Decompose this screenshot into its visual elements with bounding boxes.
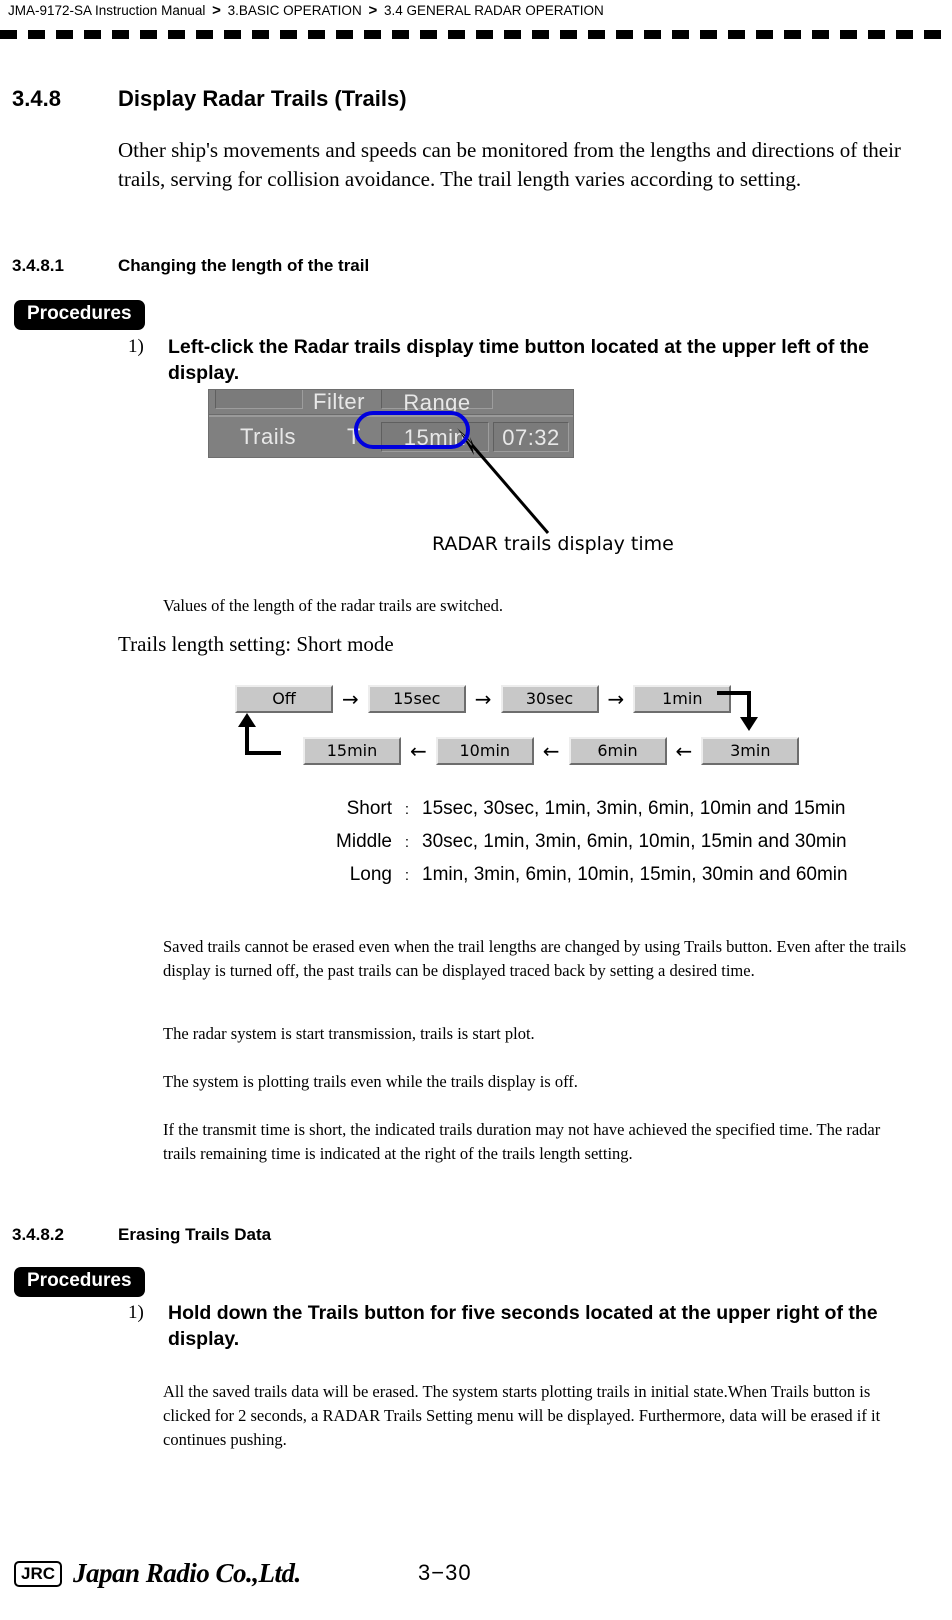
- section-number-3-4-8-1: 3.4.8.1: [12, 256, 64, 275]
- arrow-left-icon: ←: [675, 739, 693, 763]
- trails-length-cycle-diagram: Off → 15sec → 30sec → 1min 15min ← 10min…: [225, 685, 800, 771]
- mode-name-short: Short: [346, 798, 392, 819]
- page-number: 3−30: [418, 1560, 472, 1585]
- radar-blank-button[interactable]: [215, 390, 303, 409]
- mode-name-long: Long: [349, 864, 392, 885]
- jrc-logo-icon: JRC: [14, 1560, 63, 1587]
- radar-trails-label[interactable]: Trails: [209, 422, 327, 452]
- section-number-3-4-8-2: 3.4.8.2: [12, 1225, 64, 1244]
- cycle-option-off[interactable]: Off: [235, 685, 333, 713]
- section-title-3-4-8-1: Changing the length of the trail: [118, 256, 370, 275]
- trails-mode-table: Short : 15sec, 30sec, 1min, 3min, 6min, …: [300, 793, 848, 892]
- radar-range-button[interactable]: Range: [381, 390, 493, 415]
- note-transmit-time-short: If the transmit time is short, the indic…: [163, 1120, 881, 1163]
- step-instruction-text: Hold down the Trails button for five sec…: [168, 1302, 878, 1350]
- cycle-row-forward: Off → 15sec → 30sec → 1min: [235, 685, 732, 713]
- section-intro-paragraph: Other ship's movements and speeds can be…: [118, 138, 901, 191]
- section-title-3-4-8-2: Erasing Trails Data: [118, 1225, 272, 1244]
- breadcrumb-manual: JMA-9172-SA Instruction Manual: [8, 3, 206, 18]
- arrow-right-icon: →: [474, 687, 492, 711]
- highlight-oval-annotation: [354, 411, 470, 449]
- cycle-option-15min[interactable]: 15min: [303, 737, 401, 765]
- cycle-option-6min[interactable]: 6min: [568, 737, 667, 765]
- mode-colon-icon: :: [404, 801, 410, 818]
- cycle-wrap-up-arrow-icon: [227, 713, 281, 755]
- table-row: Long : 1min, 3min, 6min, 10min, 15min, 3…: [300, 859, 848, 892]
- procedure-step-1: 1) Hold down the Trails button for five …: [128, 1300, 888, 1352]
- mode-colon-icon: :: [404, 834, 410, 851]
- cycle-wrap-down-arrow-icon: [717, 691, 759, 733]
- page-title: Display Radar Trails (Trails): [118, 86, 407, 111]
- arrow-left-icon: ←: [542, 739, 560, 763]
- figure-followup-note: Values of the length of the radar trails…: [163, 596, 503, 615]
- note-start-transmission: The radar system is start transmission, …: [163, 1024, 535, 1043]
- table-row: Short : 15sec, 30sec, 1min, 3min, 6min, …: [300, 793, 848, 826]
- procedures-badge: Procedures: [14, 300, 145, 330]
- procedures-badge: Procedures: [14, 1267, 145, 1297]
- step-instruction-text: Left-click the Radar trails display time…: [168, 336, 870, 384]
- breadcrumb-section: 3.4 GENERAL RADAR OPERATION: [383, 3, 604, 18]
- radar-filter-label[interactable]: Filter: [303, 390, 375, 414]
- note-saved-trails: Saved trails cannot be erased even when …: [163, 937, 907, 980]
- breadcrumb-separator-icon: >: [212, 2, 221, 19]
- breadcrumb-separator-icon: >: [368, 2, 378, 19]
- mode-values-short: 15sec, 30sec, 1min, 3min, 6min, 10min an…: [422, 798, 846, 819]
- cycle-option-3min[interactable]: 3min: [701, 737, 800, 765]
- cycle-option-30sec[interactable]: 30sec: [500, 685, 599, 713]
- note-erasing-trails: All the saved trails data will be erased…: [163, 1382, 881, 1449]
- procedure-step-1: 1) Left-click the Radar trails display t…: [128, 334, 888, 386]
- arrow-right-icon: →: [342, 687, 359, 711]
- cycle-row-return: 15min ← 10min ← 6min ← 3min: [303, 737, 800, 765]
- section-number-3-4-8: 3.4.8: [12, 86, 61, 111]
- footer-logo: JRC Japan Radio Co.,Ltd.: [14, 1558, 301, 1589]
- breadcrumb-chapter: 3.BASIC OPERATION: [227, 3, 362, 18]
- mode-values-middle: 30sec, 1min, 3min, 6min, 10min, 15min an…: [422, 831, 847, 852]
- mode-name-middle: Middle: [336, 831, 392, 852]
- cycle-option-10min[interactable]: 10min: [435, 737, 534, 765]
- trails-length-mode-heading: Trails length setting: Short mode: [118, 632, 394, 656]
- step-number: 1): [128, 336, 144, 357]
- table-row: Middle : 30sec, 1min, 3min, 6min, 10min,…: [300, 826, 848, 859]
- mode-colon-icon: :: [404, 867, 410, 884]
- arrow-left-icon: ←: [410, 739, 427, 763]
- company-name: Japan Radio Co.,Ltd.: [73, 1558, 301, 1588]
- cycle-option-15sec[interactable]: 15sec: [367, 685, 466, 713]
- arrow-right-icon: →: [607, 687, 625, 711]
- note-plotting-while-off: The system is plotting trails even while…: [163, 1072, 578, 1091]
- mode-values-long: 1min, 3min, 6min, 10min, 15min, 30min an…: [422, 864, 848, 885]
- document-breadcrumb-header: JMA-9172-SA Instruction Manual > 3.BASIC…: [0, 0, 952, 22]
- header-dashed-rule: [0, 30, 952, 39]
- step-number: 1): [128, 1302, 144, 1323]
